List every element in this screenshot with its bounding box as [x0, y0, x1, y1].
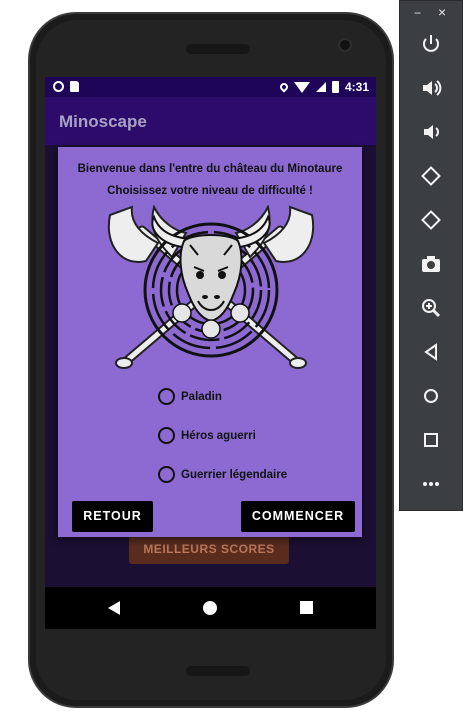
status-time: 4:31: [344, 80, 369, 94]
rotate-left-icon[interactable]: [418, 165, 444, 191]
difficulty-dialog: Bienvenue dans l'entre du château du Min…: [58, 147, 362, 537]
more-icon[interactable]: [418, 473, 444, 499]
camera-icon[interactable]: [418, 253, 444, 279]
radio-button[interactable]: [158, 427, 175, 444]
option-heros-aguerri[interactable]: Héros aguerri: [158, 427, 256, 444]
wifi-icon: [293, 81, 310, 93]
app-title: Minoscape: [59, 112, 147, 131]
emulator-toolbar: − ×: [399, 0, 463, 511]
minimize-icon[interactable]: −: [414, 6, 421, 20]
start-button[interactable]: COMMENCER: [241, 501, 355, 532]
home-icon[interactable]: [418, 385, 444, 411]
minotaur-emblem-image: [107, 205, 315, 369]
rotate-right-icon[interactable]: [418, 209, 444, 235]
back-icon[interactable]: [418, 341, 444, 367]
back-button[interactable]: RETOUR: [72, 501, 153, 532]
location-icon: [278, 81, 290, 93]
app-bar: Minoscape: [45, 97, 376, 145]
status-bar: 4:31: [45, 77, 376, 97]
nav-back-icon[interactable]: [108, 601, 120, 615]
zoom-icon[interactable]: [418, 297, 444, 323]
radio-button[interactable]: [158, 388, 175, 405]
dialog-subtitle: Choisissez votre niveau de difficulté !: [107, 185, 313, 197]
toolbar-header: − ×: [400, 1, 463, 25]
option-label: Héros aguerri: [181, 429, 256, 442]
volume-up-icon[interactable]: [418, 77, 444, 103]
battery-icon: [331, 81, 339, 93]
close-icon[interactable]: ×: [438, 4, 446, 20]
high-scores-button[interactable]: MEILLEURS SCORES: [129, 534, 289, 564]
option-paladin[interactable]: Paladin: [158, 388, 222, 405]
radio-button[interactable]: [158, 466, 175, 483]
volume-down-icon[interactable]: [418, 121, 444, 147]
nav-home-icon[interactable]: [203, 601, 217, 615]
bottom-speaker: [186, 666, 250, 676]
signal-icon: [315, 82, 326, 92]
nav-recent-apps-icon[interactable]: [300, 601, 313, 614]
navigation-bar: [45, 587, 376, 629]
dialog-title: Bienvenue dans l'entre du château du Min…: [77, 163, 343, 175]
notification-icon: [53, 81, 64, 92]
option-label: Guerrier légendaire: [181, 468, 288, 481]
emulator-window: 4:31 Minoscape MEILLEURS SCORES Bienvenu…: [0, 0, 463, 711]
top-speaker: [186, 44, 250, 54]
power-icon[interactable]: [418, 33, 444, 59]
overview-icon[interactable]: [418, 429, 444, 455]
option-label: Paladin: [181, 390, 222, 403]
option-guerrier-legendaire[interactable]: Guerrier légendaire: [158, 466, 287, 483]
front-camera: [338, 38, 352, 52]
sd-card-icon: [70, 81, 79, 92]
